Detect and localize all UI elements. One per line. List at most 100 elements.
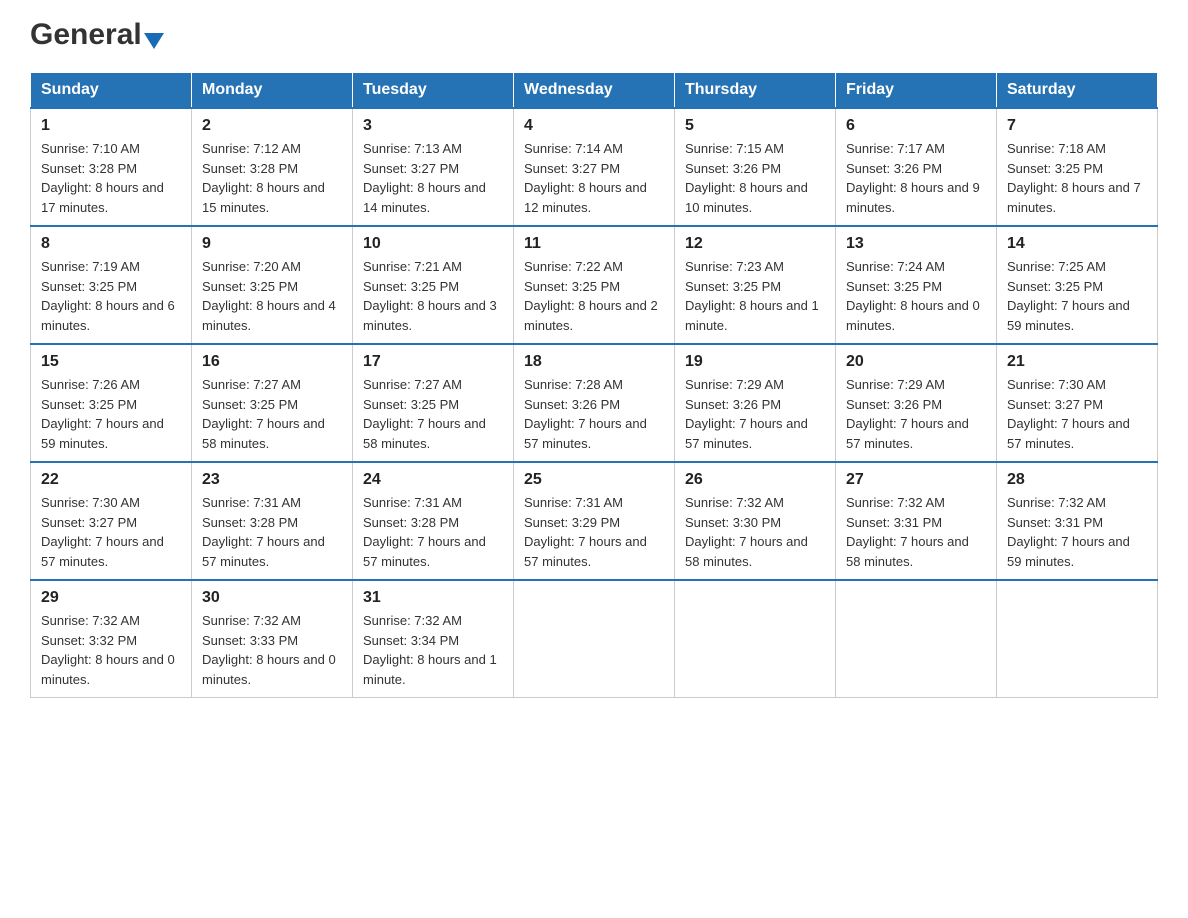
day-info: Sunrise: 7:31 AMSunset: 3:28 PMDaylight:… <box>202 495 325 569</box>
day-info: Sunrise: 7:28 AMSunset: 3:26 PMDaylight:… <box>524 377 647 451</box>
calendar-cell: 26Sunrise: 7:32 AMSunset: 3:30 PMDayligh… <box>675 462 836 580</box>
day-info: Sunrise: 7:31 AMSunset: 3:28 PMDaylight:… <box>363 495 486 569</box>
calendar-cell: 23 Sunrise: 7:31 AMSunset: 3:28 PMDayligh… <box>192 462 353 580</box>
calendar-cell: 13 Sunrise: 7:24 AMSunset: 3:25 PMDayligh… <box>836 226 997 344</box>
calendar-cell: 20 Sunrise: 7:29 AMSunset: 3:26 PMDayligh… <box>836 344 997 462</box>
day-info: Sunrise: 7:32 AMSunset: 3:34 PMDaylight:… <box>363 613 497 687</box>
day-info: Sunrise: 7:32 AMSunset: 3:32 PMDaylight:… <box>41 613 175 687</box>
calendar-cell: 16 Sunrise: 7:27 AMSunset: 3:25 PMDayligh… <box>192 344 353 462</box>
day-number: 2 <box>202 117 342 135</box>
day-number: 11 <box>524 235 664 253</box>
calendar-cell <box>836 580 997 698</box>
day-info: Sunrise: 7:26 AMSunset: 3:25 PMDaylight:… <box>41 377 164 451</box>
day-info: Sunrise: 7:32 AMSunset: 3:30 PMDaylight:… <box>685 495 808 569</box>
calendar-header-row: SundayMondayTuesdayWednesdayThursdayFrid… <box>31 73 1158 109</box>
logo-general: General <box>30 20 142 50</box>
day-info: Sunrise: 7:31 AMSunset: 3:29 PMDaylight:… <box>524 495 647 569</box>
calendar-cell <box>997 580 1158 698</box>
calendar-cell: 24 Sunrise: 7:31 AMSunset: 3:28 PMDayligh… <box>353 462 514 580</box>
calendar-cell: 30 Sunrise: 7:32 AMSunset: 3:33 PMDayligh… <box>192 580 353 698</box>
day-info: Sunrise: 7:14 AMSunset: 3:27 PMDaylight:… <box>524 141 647 215</box>
day-number: 1 <box>41 117 181 135</box>
day-number: 9 <box>202 235 342 253</box>
calendar-cell: 29 Sunrise: 7:32 AMSunset: 3:32 PMDayligh… <box>31 580 192 698</box>
logo-triangle-icon <box>144 33 164 49</box>
day-number: 27 <box>846 471 986 489</box>
day-number: 5 <box>685 117 825 135</box>
day-number: 6 <box>846 117 986 135</box>
day-info: Sunrise: 7:13 AMSunset: 3:27 PMDaylight:… <box>363 141 486 215</box>
day-info: Sunrise: 7:32 AMSunset: 3:33 PMDaylight:… <box>202 613 336 687</box>
day-number: 10 <box>363 235 503 253</box>
calendar-cell: 3 Sunrise: 7:13 AMSunset: 3:27 PMDaylight… <box>353 108 514 226</box>
week-row-1: 1 Sunrise: 7:10 AMSunset: 3:28 PMDaylight… <box>31 108 1158 226</box>
col-header-sunday: Sunday <box>31 73 192 109</box>
day-info: Sunrise: 7:29 AMSunset: 3:26 PMDaylight:… <box>685 377 808 451</box>
col-header-wednesday: Wednesday <box>514 73 675 109</box>
week-row-4: 22Sunrise: 7:30 AMSunset: 3:27 PMDayligh… <box>31 462 1158 580</box>
day-number: 13 <box>846 235 986 253</box>
day-number: 30 <box>202 589 342 607</box>
week-row-5: 29 Sunrise: 7:32 AMSunset: 3:32 PMDayligh… <box>31 580 1158 698</box>
calendar-cell: 4 Sunrise: 7:14 AMSunset: 3:27 PMDaylight… <box>514 108 675 226</box>
day-number: 18 <box>524 353 664 371</box>
day-info: Sunrise: 7:27 AMSunset: 3:25 PMDaylight:… <box>363 377 486 451</box>
day-info: Sunrise: 7:21 AMSunset: 3:25 PMDaylight:… <box>363 259 497 333</box>
day-number: 21 <box>1007 353 1147 371</box>
day-number: 19 <box>685 353 825 371</box>
day-info: Sunrise: 7:24 AMSunset: 3:25 PMDaylight:… <box>846 259 980 333</box>
calendar-cell: 9 Sunrise: 7:20 AMSunset: 3:25 PMDaylight… <box>192 226 353 344</box>
day-number: 16 <box>202 353 342 371</box>
col-header-tuesday: Tuesday <box>353 73 514 109</box>
day-number: 3 <box>363 117 503 135</box>
calendar-cell: 5Sunrise: 7:15 AMSunset: 3:26 PMDaylight… <box>675 108 836 226</box>
day-number: 20 <box>846 353 986 371</box>
day-number: 28 <box>1007 471 1147 489</box>
day-number: 24 <box>363 471 503 489</box>
day-number: 14 <box>1007 235 1147 253</box>
calendar-cell <box>675 580 836 698</box>
day-info: Sunrise: 7:32 AMSunset: 3:31 PMDaylight:… <box>1007 495 1130 569</box>
col-header-monday: Monday <box>192 73 353 109</box>
day-number: 23 <box>202 471 342 489</box>
day-info: Sunrise: 7:29 AMSunset: 3:26 PMDaylight:… <box>846 377 969 451</box>
calendar-cell: 25 Sunrise: 7:31 AMSunset: 3:29 PMDayligh… <box>514 462 675 580</box>
day-info: Sunrise: 7:22 AMSunset: 3:25 PMDaylight:… <box>524 259 658 333</box>
day-number: 29 <box>41 589 181 607</box>
calendar-body: 1 Sunrise: 7:10 AMSunset: 3:28 PMDaylight… <box>31 108 1158 698</box>
day-number: 4 <box>524 117 664 135</box>
col-header-thursday: Thursday <box>675 73 836 109</box>
calendar-cell: 21 Sunrise: 7:30 AMSunset: 3:27 PMDayligh… <box>997 344 1158 462</box>
page-header: General <box>30 20 1158 52</box>
day-info: Sunrise: 7:30 AMSunset: 3:27 PMDaylight:… <box>1007 377 1130 451</box>
calendar-cell: 12 Sunrise: 7:23 AMSunset: 3:25 PMDayligh… <box>675 226 836 344</box>
day-info: Sunrise: 7:18 AMSunset: 3:25 PMDaylight:… <box>1007 141 1141 215</box>
day-number: 8 <box>41 235 181 253</box>
day-number: 12 <box>685 235 825 253</box>
calendar-cell: 22Sunrise: 7:30 AMSunset: 3:27 PMDayligh… <box>31 462 192 580</box>
calendar-cell: 17Sunrise: 7:27 AMSunset: 3:25 PMDayligh… <box>353 344 514 462</box>
calendar-cell <box>514 580 675 698</box>
calendar-cell: 14 Sunrise: 7:25 AMSunset: 3:25 PMDayligh… <box>997 226 1158 344</box>
day-number: 22 <box>41 471 181 489</box>
day-info: Sunrise: 7:20 AMSunset: 3:25 PMDaylight:… <box>202 259 336 333</box>
day-info: Sunrise: 7:25 AMSunset: 3:25 PMDaylight:… <box>1007 259 1130 333</box>
day-number: 7 <box>1007 117 1147 135</box>
day-info: Sunrise: 7:10 AMSunset: 3:28 PMDaylight:… <box>41 141 164 215</box>
day-number: 15 <box>41 353 181 371</box>
col-header-friday: Friday <box>836 73 997 109</box>
calendar-cell: 1 Sunrise: 7:10 AMSunset: 3:28 PMDaylight… <box>31 108 192 226</box>
calendar-cell: 27Sunrise: 7:32 AMSunset: 3:31 PMDayligh… <box>836 462 997 580</box>
calendar-cell: 31Sunrise: 7:32 AMSunset: 3:34 PMDayligh… <box>353 580 514 698</box>
calendar-cell: 8 Sunrise: 7:19 AMSunset: 3:25 PMDaylight… <box>31 226 192 344</box>
calendar-cell: 2Sunrise: 7:12 AMSunset: 3:28 PMDaylight… <box>192 108 353 226</box>
calendar-table: SundayMondayTuesdayWednesdayThursdayFrid… <box>30 72 1158 698</box>
day-info: Sunrise: 7:19 AMSunset: 3:25 PMDaylight:… <box>41 259 175 333</box>
day-info: Sunrise: 7:23 AMSunset: 3:25 PMDaylight:… <box>685 259 819 333</box>
day-info: Sunrise: 7:27 AMSunset: 3:25 PMDaylight:… <box>202 377 325 451</box>
day-number: 25 <box>524 471 664 489</box>
calendar-cell: 18 Sunrise: 7:28 AMSunset: 3:26 PMDayligh… <box>514 344 675 462</box>
calendar-cell: 6Sunrise: 7:17 AMSunset: 3:26 PMDaylight… <box>836 108 997 226</box>
calendar-cell: 11 Sunrise: 7:22 AMSunset: 3:25 PMDayligh… <box>514 226 675 344</box>
calendar-cell: 7 Sunrise: 7:18 AMSunset: 3:25 PMDaylight… <box>997 108 1158 226</box>
